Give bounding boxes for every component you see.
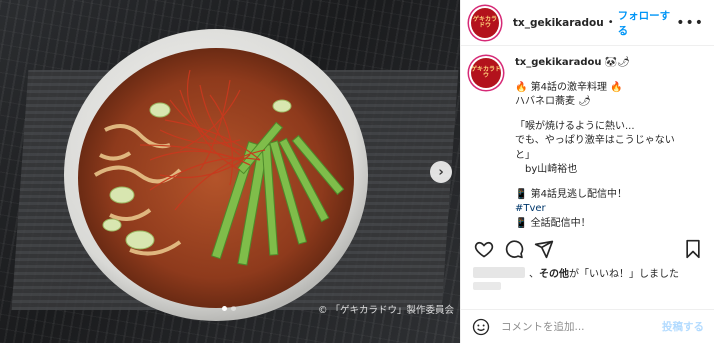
carousel-dot-active (222, 306, 227, 311)
soup (78, 48, 354, 308)
ramen-bowl-illustration (64, 29, 368, 321)
chevron-right-icon[interactable]: › (430, 161, 452, 183)
likes-summary: 、 その他 が「いいね！」しました (473, 265, 679, 280)
heart-icon[interactable] (473, 238, 495, 260)
carousel-dots (222, 306, 236, 311)
caption-line: 📱 全話配信中！ (515, 217, 591, 229)
action-bar (473, 238, 704, 260)
caption-username-emoji: 🐼🌶 (601, 57, 630, 68)
bookmark-icon[interactable] (682, 238, 704, 260)
caption-username[interactable]: tx_gekikaradou (515, 57, 601, 68)
post-image[interactable]: › © 「ゲキカラドウ」製作委員会 (0, 0, 460, 343)
separator-dot: • (607, 17, 614, 28)
caption-text: tx_gekikaradou 🐼🌶 🔥 第4話の激辛料理 🔥 ハバネロ蕎麦 🌶 … (515, 56, 675, 228)
post-comment-button[interactable]: 投稿する (662, 319, 704, 334)
caption: ゲキカラドウ tx_gekikaradou 🐼🌶 🔥 第4話の激辛料理 🔥 ハバ… (461, 52, 714, 228)
caption-line: と」 (515, 149, 535, 161)
caption-line: 🔥 第4話の激辛料理 🔥 (515, 81, 623, 93)
more-horizontal-icon[interactable]: ••• (676, 15, 704, 31)
post-date-blurred (473, 282, 501, 290)
caption-line: 📱 第4話見逃し配信中！ (515, 188, 627, 200)
username-link[interactable]: tx_gekikaradou (513, 17, 604, 29)
caption-line: 「喉が焼けるように熱い... (515, 120, 635, 132)
caption-line: by山崎裕也 (515, 164, 578, 175)
hashtag-link[interactable]: #Tver (515, 202, 675, 217)
emoji-icon[interactable] (471, 317, 491, 337)
caption-line: でも、やっぱり激辛はこうじゃない (515, 135, 675, 146)
carousel-dot (231, 306, 236, 311)
blurred-username (473, 267, 525, 278)
share-icon[interactable] (533, 238, 555, 260)
comment-bar: コメントを追加... 投稿する (461, 309, 714, 343)
others-link[interactable]: その他 (539, 265, 569, 280)
caption-avatar[interactable]: ゲキカラドウ (471, 58, 501, 88)
image-credit: © 「ゲキカラドウ」製作委員会 (318, 305, 455, 316)
comment-icon[interactable] (503, 238, 525, 260)
caption-line: ハバネロ蕎麦 🌶 (515, 96, 591, 107)
post-side-panel: ゲキカラドウ tx_gekikaradou • フォローする ••• ゲキカラド… (460, 0, 714, 343)
follow-button[interactable]: フォローする (618, 8, 677, 38)
avatar[interactable]: ゲキカラドウ (471, 7, 499, 38)
comment-input[interactable]: コメントを追加... (501, 319, 662, 334)
post-header: ゲキカラドウ tx_gekikaradou • フォローする ••• (461, 0, 714, 46)
